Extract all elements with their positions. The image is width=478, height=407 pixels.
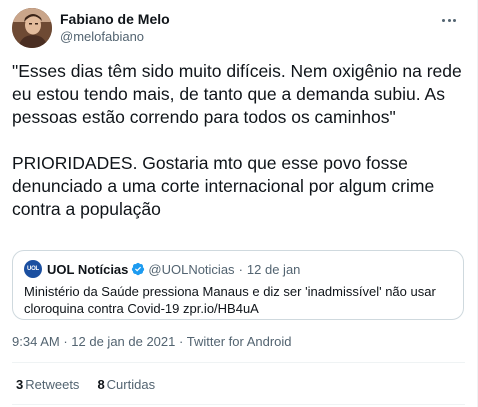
meta-separator: ·: [179, 334, 187, 349]
more-options-button[interactable]: [439, 10, 459, 30]
divider: [12, 362, 465, 363]
tweet-source[interactable]: Twitter for Android: [187, 334, 292, 349]
likes-stat[interactable]: 8 Curtidas: [97, 377, 155, 392]
likes-label: Curtidas: [106, 377, 156, 392]
retweets-count: 3: [16, 377, 24, 392]
tweet-card: Fabiano de Melo @melofabiano "Esses dias…: [0, 0, 478, 407]
quoted-tweet[interactable]: UOL UOL Notícias @UOLNoticias · 12 de ja…: [12, 250, 464, 320]
profile-photo-icon: [12, 8, 52, 48]
more-dots-icon: [442, 18, 446, 22]
author-name[interactable]: Fabiano de Melo: [60, 10, 170, 28]
tweet-date[interactable]: 12 de jan de 2021: [71, 334, 175, 349]
quoted-text: Ministério da Saúde pressiona Manaus e d…: [24, 284, 440, 316]
quoted-date: 12 de jan: [246, 261, 301, 277]
retweets-stat[interactable]: 3 Retweets: [16, 377, 79, 392]
quoted-author-handle: @UOLNoticias: [148, 261, 235, 277]
quoted-author-name: UOL Notícias: [47, 261, 129, 277]
tweet-time[interactable]: 9:34 AM: [12, 334, 60, 349]
likes-count: 8: [97, 377, 105, 392]
tweet-header: Fabiano de Melo @melofabiano: [12, 8, 467, 52]
verified-badge-icon: [132, 262, 145, 276]
avatar[interactable]: [12, 8, 52, 48]
uol-logo-icon: UOL: [24, 260, 42, 278]
retweets-label: Retweets: [25, 377, 80, 392]
author-handle[interactable]: @melofabiano: [60, 28, 170, 46]
tweet-meta: 9:34 AM · 12 de jan de 2021 · Twitter fo…: [12, 334, 292, 349]
tweet-text: "Esses dias têm sido muito difíceis. Nem…: [12, 61, 462, 219]
separator-dot: ·: [238, 261, 243, 277]
uol-logo-text: UOL: [26, 266, 40, 272]
tweet-stats: 3 Retweets 8 Curtidas: [16, 377, 155, 392]
divider: [12, 404, 465, 405]
